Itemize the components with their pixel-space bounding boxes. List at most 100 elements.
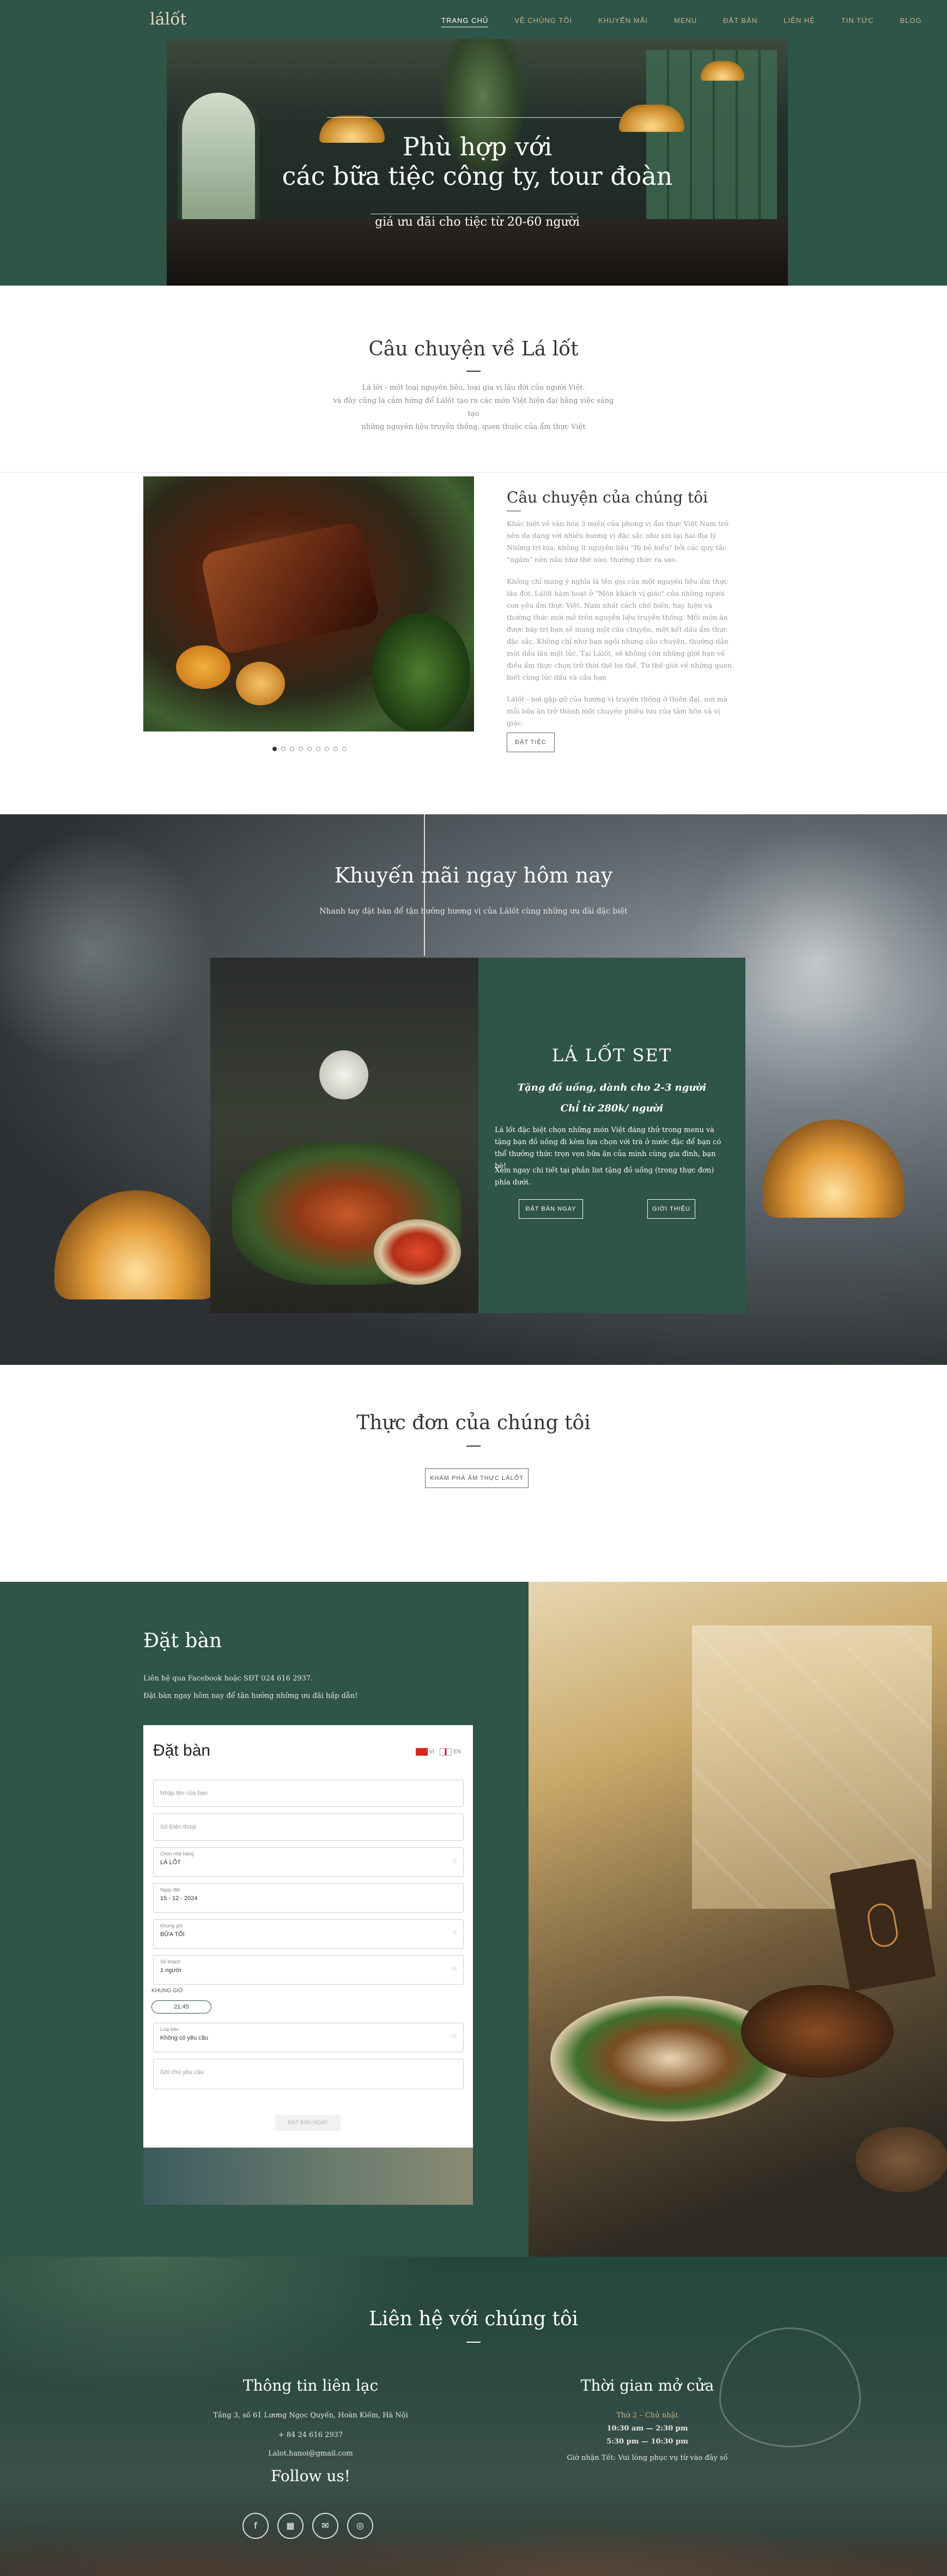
bowl — [855, 2127, 947, 2192]
carousel-dot[interactable] — [272, 747, 277, 751]
our-story-title: Câu chuyện của chúng tôi — [507, 488, 708, 506]
our-story-paragraph: Lálốt - nơi gặp gỡ của hương vị truyền t… — [507, 695, 728, 727]
logo-mark — [865, 1901, 900, 1949]
story-title: Câu chuyện về Lá lốt — [368, 338, 579, 360]
table-type-select[interactable]: Loại bàn Không có yêu cầu ◇ — [153, 2023, 464, 2052]
hero-lamp — [619, 105, 684, 132]
promo-title: Khuyến mãi ngay hôm nay — [334, 863, 613, 887]
nav-item-booking[interactable]: ĐẶT BÀN — [723, 16, 757, 27]
field-value: 15 - 12 - 2024 — [160, 1895, 198, 1902]
note-textarea[interactable]: Ghi chú yêu cầu — [153, 2059, 464, 2089]
booking-title: Đặt bàn — [143, 1630, 222, 1652]
explore-menu-button[interactable]: KHÁM PHÁ ẨM THỰC LÁLỐT — [425, 1468, 529, 1488]
hours-lunch: 10:30 am — 2:30 pm — [606, 2424, 688, 2433]
food-bowl — [374, 1219, 461, 1285]
field-label: Ngày đặt — [160, 1887, 180, 1892]
contact-address: Tầng 3, số 61 Lương Ngọc Quyến, Hoàn Kiế… — [213, 2411, 408, 2420]
restaurant-select[interactable]: Chọn nhà hàng LÁ LỐT ◇ — [153, 1847, 464, 1877]
promo-book-button[interactable]: ĐẶT BÀN NGAY — [519, 1199, 583, 1219]
contact-title: Liên hệ với chúng tôi — [368, 2308, 579, 2330]
contact-phone[interactable]: + 84 24 616 2937 — [174, 2429, 447, 2442]
carousel-dot[interactable] — [299, 747, 303, 751]
ribs-dish-image — [143, 476, 474, 731]
nav-item-news[interactable]: TIN TỨC — [841, 16, 874, 27]
phone-placeholder: Số Điện thoại — [160, 1824, 197, 1830]
chevron-down-icon: ◇ — [452, 2033, 457, 2039]
field-label: Số khách — [160, 1959, 181, 1964]
hero-floor — [167, 219, 788, 286]
lang-en-label: EN — [453, 1749, 461, 1755]
meal-select[interactable]: Khung giờ BỮA TỐI ◇ — [153, 1919, 464, 1949]
our-story-text: Khác biệt về văn hóa 3 miền của phong vị… — [507, 518, 736, 739]
instagram-icon[interactable]: ◎ — [347, 2513, 373, 2539]
facebook-icon[interactable]: f — [242, 2513, 269, 2539]
nav-menu: TRANG CHỦ VỀ CHÚNG TÔI KHUYẾN MÃI MENU Đ… — [441, 16, 922, 27]
name-input[interactable]: Nhập tên của bạn — [153, 1780, 464, 1807]
lang-en[interactable]: EN — [440, 1748, 461, 1756]
site-logo[interactable]: lálốt — [150, 10, 187, 29]
hero-subtitle: giá ưu đãi cho tiệc từ 20-60 người — [375, 215, 580, 229]
top-nav: lálốt TRANG CHỦ VỀ CHÚNG TÔI KHUYẾN MÃI … — [0, 0, 947, 39]
hero-title-line1: Phù hợp với — [402, 132, 553, 161]
contact-email[interactable]: Lalot.hanoi@gmail.com — [174, 2447, 447, 2460]
field-value: 1 người — [160, 1967, 181, 1974]
hero-title: Phù hợp với các bữa tiệc công ty, tour đ… — [167, 132, 788, 191]
promo-intro-button[interactable]: GIỚI THIỆU — [647, 1199, 695, 1219]
hero-divider — [327, 117, 621, 118]
phone-input[interactable]: Số Điện thoại — [153, 1813, 464, 1841]
social-links: f ▦ ✉ ◎ — [242, 2513, 373, 2539]
food-plate — [741, 1985, 894, 2078]
promo-card-title: LÁ LỐT SET — [551, 1045, 672, 1066]
carousel-dot[interactable] — [333, 747, 338, 751]
booking-contact-note: Liên hệ qua Facebook hoặc SĐT 024 616 29… — [143, 1674, 313, 1683]
nav-item-promo[interactable]: KHUYẾN MÃI — [598, 16, 648, 27]
story-text-line: và đây cũng là cảm hứng để Lálốt tạo ra … — [333, 397, 614, 418]
promo-card-note: Xem ngay chi tiết tại phần list tặng đồ … — [495, 1166, 714, 1187]
lang-vi-label: VI — [429, 1749, 435, 1755]
promo-subtitle: Nhanh tay đặt bàn để tận hưởng hương vị … — [319, 907, 628, 916]
book-party-button[interactable]: ĐẶT TIỆC — [507, 733, 555, 752]
carousel-dot[interactable] — [290, 747, 294, 751]
story-text: Lá lốt - một loại nguyên liệu, loại gia … — [327, 382, 620, 434]
date-picker[interactable]: Ngày đặt 15 - 12 - 2024 — [153, 1883, 464, 1913]
nav-item-home[interactable]: TRANG CHỦ — [441, 16, 489, 27]
carousel-dot[interactable] — [307, 747, 312, 751]
nav-item-menu[interactable]: MENU — [674, 16, 697, 27]
title-underline — [466, 371, 481, 372]
palm-leaves — [0, 2257, 490, 2420]
contact-background — [0, 2257, 947, 2576]
booking-offer-note: Đặt bàn ngay hôm nay để tận hưởng những … — [143, 1692, 358, 1700]
hours-dinner: 5:30 pm — 10:30 pm — [606, 2438, 688, 2446]
field-label: Khung giờ — [160, 1923, 183, 1928]
hero-title-line2: các bữa tiệc công ty, tour đoàn — [282, 161, 673, 191]
uk-flag-icon — [440, 1748, 452, 1756]
herbs — [372, 613, 470, 731]
field-value: Không có yêu cầu — [160, 2035, 209, 2041]
our-story-paragraph: Không chỉ mang ý nghĩa là tên gọi của mộ… — [507, 577, 732, 681]
promo-set-image — [210, 958, 478, 1313]
section-divider — [0, 472, 947, 473]
diners-silhouette — [0, 2475, 947, 2576]
tripadvisor-icon[interactable]: ✉ — [312, 2513, 338, 2539]
nav-item-contact[interactable]: LIÊN HỆ — [784, 16, 815, 27]
story-text-line: những nguyên liệu truyền thống, quen thu… — [361, 423, 586, 431]
promo-card: LÁ LỐT SET Tặng đồ uống, dành cho 2-3 ng… — [478, 958, 745, 1313]
carousel-dot[interactable] — [342, 747, 347, 751]
pendant-lamp — [763, 1120, 904, 1218]
guests-select[interactable]: Số khách 1 người ◇ — [153, 1955, 464, 1985]
nav-item-about[interactable]: VỀ CHÚNG TÔI — [514, 16, 572, 27]
carousel-dot[interactable] — [325, 747, 329, 751]
lang-vi[interactable]: VI — [415, 1748, 435, 1756]
submit-booking-button[interactable]: ĐẶT BÀN NGAY — [275, 2115, 341, 2131]
carousel-dots — [272, 747, 347, 751]
contact-info-title: Thông tin liên lạc — [242, 2377, 379, 2394]
roasted-vegetable — [236, 662, 285, 705]
nav-item-blog[interactable]: BLOG — [900, 16, 922, 27]
menu-title: Thực đơn của chúng tôi — [356, 1412, 591, 1434]
carousel-dot[interactable] — [316, 747, 320, 751]
map-icon[interactable]: ▦ — [277, 2513, 303, 2539]
follow-title: Follow us! — [270, 2467, 351, 2485]
carousel-dot[interactable] — [281, 747, 286, 751]
time-slot-chip[interactable]: 21:45 — [151, 2000, 211, 2013]
booking-form: Đặt bàn VI EN Nhập tên của bạn Số Điện t… — [143, 1725, 473, 2148]
